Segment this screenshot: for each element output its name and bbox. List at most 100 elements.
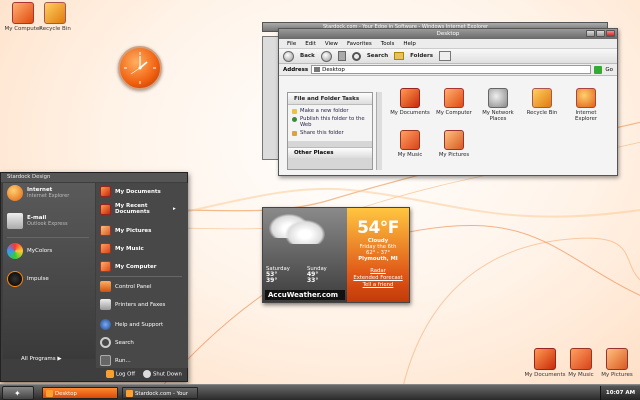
forecast-saturday: Saturday 53° 39°	[266, 266, 290, 284]
share-icon	[292, 131, 297, 136]
start-my-computer[interactable]: My Computer	[100, 261, 156, 272]
back-arrow-icon[interactable]	[283, 50, 294, 62]
start-printers-faxes[interactable]: Printers and Faxes	[100, 299, 165, 310]
recent-documents-icon	[100, 203, 111, 215]
weather-right-pane: 54°F Cloudy Friday the 6th 62° - 37° Ply…	[347, 208, 409, 302]
key-icon	[106, 370, 114, 378]
up-folder-icon[interactable]	[337, 51, 346, 61]
start-help-support[interactable]: Help and Support	[100, 319, 163, 330]
recent-impulse[interactable]: Impulse	[7, 271, 49, 287]
impulse-icon	[7, 271, 23, 287]
taskbar: ✦ Desktop Stardock.com - Your Ed... 10:0…	[0, 384, 640, 400]
recycle-bin-icon	[532, 88, 552, 108]
weather-gadget[interactable]: Saturday 53° 39° Sunday 49° 33° AccuWeat…	[262, 207, 410, 303]
desktop-icon-my-pictures[interactable]: My Pictures	[594, 348, 640, 378]
file-my-computer[interactable]: My Computer	[432, 88, 476, 116]
arrow-right-icon: ▶	[57, 356, 62, 362]
taskbar-task-desktop[interactable]: Desktop	[42, 387, 118, 399]
task-pane-scrollbar[interactable]	[376, 92, 382, 170]
shut-down-button[interactable]: Shut Down	[142, 370, 182, 378]
documents-icon	[100, 186, 111, 197]
pictures-icon	[444, 130, 464, 150]
go-button[interactable]: Go	[605, 67, 613, 73]
desktop-icon-recycle-bin[interactable]: Recycle Bin	[32, 2, 78, 32]
log-off-button[interactable]: Log Off	[106, 370, 135, 378]
radar-link[interactable]: Radar	[347, 268, 409, 275]
task-new-folder[interactable]: Make a new folder	[292, 108, 368, 114]
pictures-icon	[606, 348, 628, 370]
start-menu-user: Stardock Design	[1, 173, 187, 182]
submenu-arrow-icon: ▸	[173, 206, 176, 212]
explorer-titlebar[interactable]: Desktop	[279, 29, 617, 39]
mycolors-icon	[7, 243, 23, 259]
folders-icon	[394, 52, 405, 60]
file-view: My Documents My Computer My Network Plac…	[388, 88, 616, 172]
file-my-documents[interactable]: My Documents	[388, 88, 432, 116]
clock-face-icon	[124, 52, 156, 84]
search-icon	[351, 51, 361, 61]
file-my-pictures[interactable]: My Pictures	[432, 130, 476, 158]
go-arrow-icon[interactable]	[594, 65, 603, 74]
address-bar: Address Desktop Go	[279, 64, 617, 76]
current-temperature: 54°F	[357, 218, 399, 238]
menu-file[interactable]: File	[287, 39, 296, 48]
recent-mycolors[interactable]: MyColors	[7, 243, 52, 259]
start-menu-right-pane: My Documents My Recent Documents ▸ My Pic…	[96, 183, 188, 368]
start-control-panel[interactable]: Control Panel	[100, 281, 151, 292]
accuweather-logo[interactable]: AccuWeather.com	[265, 290, 345, 300]
start-my-music[interactable]: My Music	[100, 243, 144, 254]
start-orb-icon: ✦	[14, 389, 21, 398]
menu-help[interactable]: Help	[403, 39, 416, 48]
start-menu-footer: Log Off Shut Down	[96, 365, 188, 383]
search-button[interactable]: Search	[367, 53, 388, 59]
printer-icon	[100, 299, 111, 310]
task-pane: File and Folder Tasks Make a new folder …	[287, 92, 373, 170]
taskbar-task-stardock[interactable]: Stardock.com - Your Ed...	[122, 387, 198, 399]
tell-friend-link[interactable]: Tell a friend	[347, 282, 409, 289]
new-folder-icon	[292, 109, 297, 114]
cloud-icon	[285, 220, 325, 244]
all-programs-button[interactable]: All Programs ▶	[21, 356, 62, 362]
menu-tools[interactable]: Tools	[381, 39, 395, 48]
start-my-documents[interactable]: My Documents	[100, 186, 161, 197]
other-places-header[interactable]: Other Places	[288, 147, 372, 158]
back-button[interactable]: Back	[300, 53, 315, 59]
file-recycle-bin[interactable]: Recycle Bin	[520, 88, 564, 116]
toolbar: Back Search Folders	[279, 49, 617, 64]
menu-view[interactable]: View	[325, 39, 338, 48]
search-icon	[100, 337, 111, 348]
start-menu: Stardock Design Internet Internet Explore…	[0, 172, 188, 382]
pinned-internet[interactable]: Internet Internet Explorer	[7, 185, 69, 201]
computer-icon	[100, 261, 111, 272]
views-icon[interactable]	[438, 51, 451, 61]
tasks-header[interactable]: File and Folder Tasks	[288, 93, 372, 105]
close-button[interactable]	[606, 30, 615, 37]
power-icon	[142, 370, 151, 378]
maximize-button[interactable]	[596, 30, 605, 37]
file-my-music[interactable]: My Music	[388, 130, 432, 158]
address-input[interactable]: Desktop	[311, 65, 592, 74]
forward-arrow-icon[interactable]	[320, 50, 332, 62]
clock-gadget[interactable]	[118, 46, 162, 90]
file-internet-explorer[interactable]: Internet Explorer	[564, 88, 608, 122]
start-search[interactable]: Search	[100, 337, 134, 348]
city: Plymouth, MI	[358, 256, 398, 262]
minimize-button[interactable]	[586, 30, 595, 37]
music-icon	[100, 243, 111, 254]
weather-left-pane: Saturday 53° 39° Sunday 49° 33° AccuWeat…	[263, 208, 347, 302]
start-menu-left-pane: Internet Internet Explorer E-mail Outlook …	[3, 183, 95, 359]
pinned-email[interactable]: E-mail Outlook Express	[7, 213, 68, 229]
task-publish-web[interactable]: Publish this folder to the Web	[292, 116, 368, 128]
start-my-recent-documents[interactable]: My Recent Documents ▸	[100, 203, 176, 215]
start-button[interactable]: ✦	[2, 386, 34, 400]
task-share-folder[interactable]: Share this folder	[292, 130, 368, 136]
file-my-network-places[interactable]: My Network Places	[476, 88, 520, 122]
menu-edit[interactable]: Edit	[305, 39, 316, 48]
extended-forecast-link[interactable]: Extended Forecast	[347, 275, 409, 282]
system-tray-clock[interactable]: 10:07 AM	[600, 386, 640, 400]
documents-icon	[534, 348, 556, 370]
folders-button[interactable]: Folders	[410, 53, 433, 59]
computer-icon	[444, 88, 464, 108]
menu-favorites[interactable]: Favorites	[347, 39, 372, 48]
start-my-pictures[interactable]: My Pictures	[100, 225, 151, 236]
